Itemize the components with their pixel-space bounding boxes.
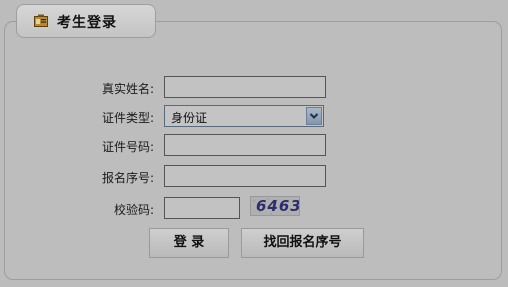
recover-reg-number-button[interactable]: 找回报名序号 xyxy=(241,228,364,258)
real-name-label: 真实姓名: xyxy=(101,82,154,96)
id-type-label: 证件类型: xyxy=(101,111,154,125)
login-tab: 考生登录 xyxy=(16,4,156,38)
captcha-image[interactable]: 6463 xyxy=(250,196,300,216)
id-number-input[interactable] xyxy=(164,134,326,156)
captcha-label: 校验码: xyxy=(113,203,154,217)
id-card-icon xyxy=(34,14,48,27)
reg-number-label: 报名序号: xyxy=(101,171,154,185)
id-type-select[interactable]: 身份证 xyxy=(164,105,324,127)
captcha-code: 6463 xyxy=(256,197,300,215)
reg-number-input[interactable] xyxy=(164,165,326,187)
id-number-label: 证件号码: xyxy=(101,140,154,154)
captcha-input[interactable] xyxy=(164,197,240,219)
login-button[interactable]: 登 录 xyxy=(149,228,229,258)
tab-title: 考生登录 xyxy=(57,15,117,31)
chevron-down-icon[interactable] xyxy=(306,107,322,125)
real-name-input[interactable] xyxy=(164,76,326,98)
id-type-selected-value: 身份证 xyxy=(171,111,208,125)
